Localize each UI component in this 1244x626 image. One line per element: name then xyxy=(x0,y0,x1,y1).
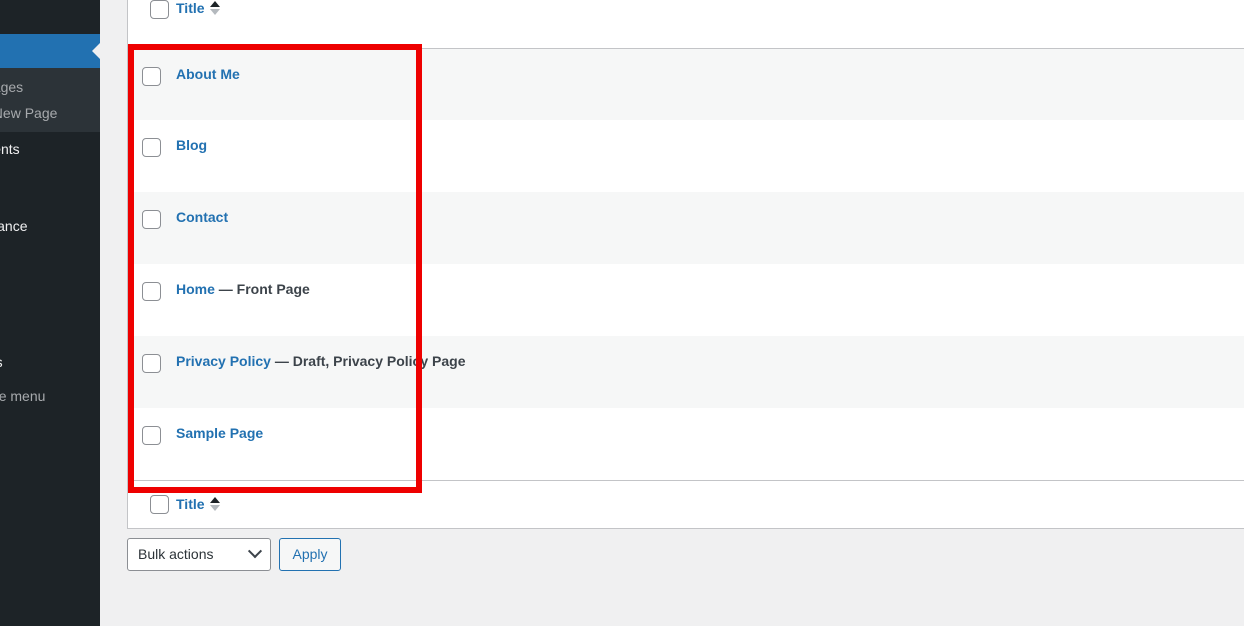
table-row: Home — Front Page xyxy=(128,264,1244,336)
tablenav-bottom: Bulk actions Apply xyxy=(127,536,341,572)
collapse-menu-button[interactable]: Collapse menu xyxy=(0,379,100,413)
chevron-down-icon xyxy=(247,544,263,559)
row-title-cell: Sample Page xyxy=(176,408,1244,480)
row-checkbox-cell xyxy=(128,336,176,408)
sidebar-subitem-add-new-page[interactable]: Add New Page xyxy=(0,100,100,126)
select-all-checkbox-footer[interactable] xyxy=(149,494,169,514)
row-checkbox-cell xyxy=(128,264,176,336)
row-select-checkbox[interactable] xyxy=(142,66,161,86)
bulk-actions-select[interactable]: Bulk actions xyxy=(127,537,271,571)
sidebar-subitem-label: Add New Page xyxy=(0,105,58,121)
table-body: About Me Blog Contact Home — Front Page … xyxy=(128,48,1244,480)
sidebar-item-label: Comments xyxy=(0,141,20,157)
row-checkbox-cell xyxy=(128,192,176,264)
row-checkbox-cell xyxy=(128,408,176,480)
row-title-cell: About Me xyxy=(176,48,1244,120)
table-foot: Title xyxy=(128,479,1244,528)
table-row: About Me xyxy=(128,48,1244,120)
page-title-link[interactable]: Contact xyxy=(176,209,228,225)
apply-button-label: Apply xyxy=(292,546,328,562)
row-title-cell: Blog xyxy=(176,120,1244,192)
sidebar-item-posts[interactable]: Posts xyxy=(0,0,100,34)
table-head: Title xyxy=(128,0,1244,49)
page-state-label: — Draft, Privacy Policy Page xyxy=(270,353,466,369)
sidebar-item-comments[interactable]: Comments xyxy=(0,132,100,166)
title-column-header: Title xyxy=(176,0,1244,49)
page-title-link[interactable]: Privacy Policy xyxy=(176,353,271,369)
sidebar-item-label: Settings xyxy=(0,354,3,370)
row-checkbox-cell xyxy=(128,48,176,120)
table-row: Contact xyxy=(128,192,1244,264)
page-title-link[interactable]: Blog xyxy=(176,137,207,153)
row-select-checkbox[interactable] xyxy=(142,138,161,157)
sidebar-item-media[interactable]: Media xyxy=(0,166,100,200)
row-select-checkbox[interactable] xyxy=(142,210,161,229)
sort-by-title-link-footer[interactable]: Title xyxy=(176,496,220,512)
sidebar-item-settings[interactable]: Settings xyxy=(0,345,100,379)
bulk-actions-value: Bulk actions xyxy=(138,546,214,562)
table-header-row: Title xyxy=(128,0,1244,49)
sort-by-title-link[interactable]: Title xyxy=(176,0,220,16)
pages-list-table-wrapper: Title About Me Blog Contact Home — Front… xyxy=(127,0,1244,529)
title-column-label: Title xyxy=(176,496,205,513)
sidebar-item-users[interactable]: Users xyxy=(0,277,100,311)
collapse-menu-label: Collapse menu xyxy=(0,388,46,404)
page-state-label: — Front Page xyxy=(214,281,310,297)
select-all-checkbox[interactable] xyxy=(149,0,169,19)
page-title-link[interactable]: About Me xyxy=(176,66,240,82)
sidebar-subitem-all-pages[interactable]: All Pages xyxy=(0,74,100,100)
sidebar-separator xyxy=(0,200,100,209)
title-column-footer: Title xyxy=(176,479,1244,528)
page-title-link[interactable]: Home xyxy=(176,281,215,297)
sidebar-item-tools[interactable]: Tools xyxy=(0,311,100,345)
sidebar-subitem-label: All Pages xyxy=(0,79,24,95)
table-row: Blog xyxy=(128,120,1244,192)
title-column-label: Title xyxy=(176,0,205,16)
row-select-checkbox[interactable] xyxy=(142,426,161,445)
select-all-header-cell xyxy=(128,0,176,49)
sidebar-submenu-pages: All Pages Add New Page xyxy=(0,68,100,132)
pages-list-table: Title About Me Blog Contact Home — Front… xyxy=(128,0,1244,528)
row-checkbox-cell xyxy=(128,120,176,192)
sidebar-item-label: Appearance xyxy=(0,218,28,234)
row-select-checkbox[interactable] xyxy=(142,354,161,373)
sort-arrows-icon xyxy=(209,0,220,16)
row-title-cell: Home — Front Page xyxy=(176,264,1244,336)
content-area: Title About Me Blog Contact Home — Front… xyxy=(100,0,1244,626)
sidebar-item-plugins[interactable]: Plugins xyxy=(0,243,100,277)
sidebar-item-appearance[interactable]: Appearance xyxy=(0,209,100,243)
row-title-cell: Privacy Policy — Draft, Privacy Policy P… xyxy=(176,336,1244,408)
table-row: Privacy Policy — Draft, Privacy Policy P… xyxy=(128,336,1244,408)
select-all-footer-cell xyxy=(128,479,176,528)
admin-sidebar: Posts Pages All Pages Add New Page Comme… xyxy=(0,0,100,626)
apply-button[interactable]: Apply xyxy=(279,537,341,571)
page-title-link[interactable]: Sample Page xyxy=(176,425,263,441)
table-row: Sample Page xyxy=(128,408,1244,480)
row-title-cell: Contact xyxy=(176,192,1244,264)
row-select-checkbox[interactable] xyxy=(142,282,161,301)
sort-arrows-icon xyxy=(209,496,220,512)
sidebar-item-pages[interactable]: Pages xyxy=(0,34,100,68)
table-footer-row: Title xyxy=(128,479,1244,528)
